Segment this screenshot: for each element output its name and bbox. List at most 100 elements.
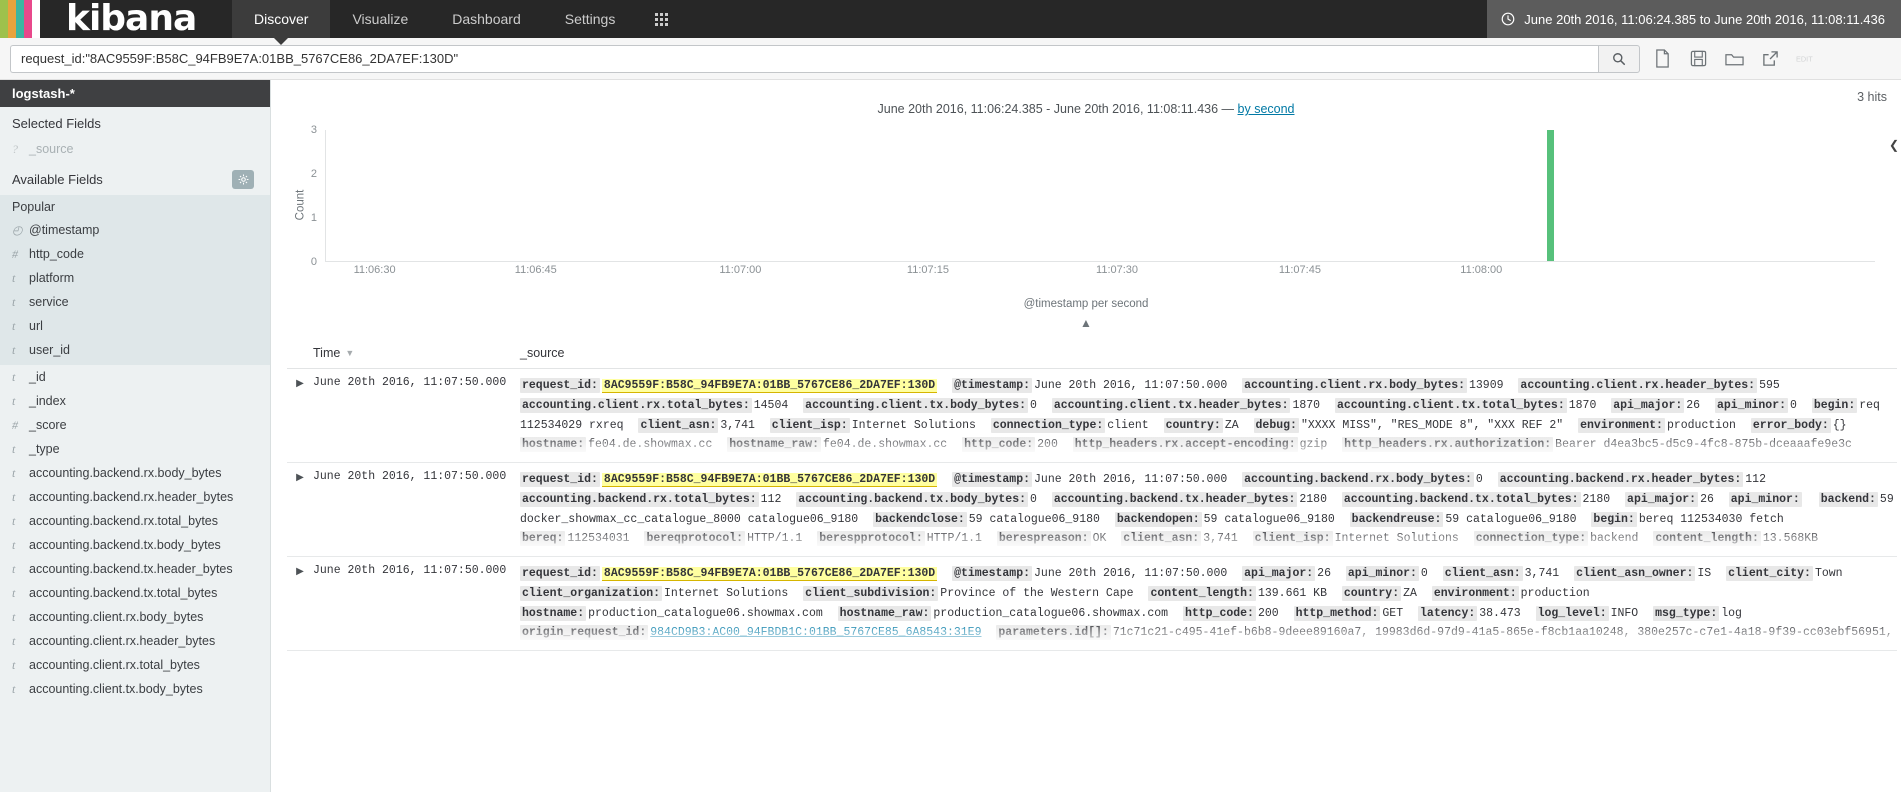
source-field-key: request_id: xyxy=(520,378,600,393)
index-pattern-selector[interactable]: logstash-* xyxy=(0,80,270,107)
source-field-value-highlighted: 8AC9559F:B58C_94FB9E7A:01BB_5767CE86_2DA… xyxy=(601,379,938,393)
source-field-key: api_minor: xyxy=(1345,566,1419,581)
source-field-value: 14504 xyxy=(753,398,789,412)
source-field-value: 200 xyxy=(1257,606,1279,620)
source-field-key: hostname_raw: xyxy=(727,437,821,453)
right-panel-collapse-button[interactable]: ❮ xyxy=(1887,132,1901,158)
field-name-label: platform xyxy=(29,271,75,285)
field-name-label: accounting.backend.rx.header_bytes xyxy=(29,490,234,504)
sidebar-field-timestamp[interactable]: ◴ @timestamp xyxy=(0,218,270,242)
x-tick: 11:07:45 xyxy=(1278,264,1321,276)
sidebar-field-http_code[interactable]: # http_code xyxy=(0,242,270,266)
chart-title: June 20th 2016, 11:06:24.385 - June 20th… xyxy=(271,80,1901,116)
field-type-string-icon: t xyxy=(12,343,16,357)
table-row[interactable]: ▶ June 20th 2016, 11:07:50.000 request_id:… xyxy=(287,463,1897,557)
source-field-value-link[interactable]: 984CD9B3:AC00_94FBDB1C:01BB_5767CE85_6A8… xyxy=(650,626,981,639)
source-field-key: environment: xyxy=(1578,417,1665,433)
field-type-string-icon: t xyxy=(12,370,16,384)
histogram-bar[interactable] xyxy=(1546,130,1554,261)
source-field-value: 3,741 xyxy=(1203,532,1238,546)
svg-text:EDIT: EDIT xyxy=(1796,55,1813,64)
save-search-icon[interactable] xyxy=(1688,49,1708,69)
table-rows: ▶ June 20th 2016, 11:07:50.000 request_id:… xyxy=(287,369,1897,651)
source-field-key: accounting.backend.rx.total_bytes: xyxy=(520,491,759,507)
sidebar-field-accounting-backend-rx-body-bytes[interactable]: t accounting.backend.rx.body_bytes xyxy=(0,461,270,485)
source-field-value: ZA xyxy=(1403,586,1417,600)
caret-right-icon[interactable]: ▶ xyxy=(287,470,313,550)
sidebar-field-_index[interactable]: t _index xyxy=(0,389,270,413)
nav-item-settings[interactable]: Settings xyxy=(543,0,638,38)
sidebar-field-accounting-client-rx-total-bytes[interactable]: t accounting.client.rx.total_bytes xyxy=(0,653,270,677)
sidebar-field-accounting-client-rx-body-bytes[interactable]: t accounting.client.rx.body_bytes xyxy=(0,605,270,629)
search-submit-button[interactable] xyxy=(1598,44,1640,73)
source-field-key: api_minor: xyxy=(1714,397,1788,413)
field-type-string-icon: t xyxy=(12,295,16,309)
source-field-key: client_asn: xyxy=(638,417,719,433)
sidebar-field-_type[interactable]: t _type xyxy=(0,437,270,461)
source-field-value: 1870 xyxy=(1568,398,1597,412)
documents-table: Time ▼ _source ▶ June 20th 2016, 11:07:50… xyxy=(287,346,1897,651)
available-fields-list: t _id t _index # _score t _type t accoun… xyxy=(0,365,270,701)
popular-label: Popular xyxy=(12,200,56,214)
open-search-icon[interactable] xyxy=(1724,49,1744,69)
nav-item-discover[interactable]: Discover xyxy=(232,0,331,45)
sidebar-field-accounting-backend-rx-header-bytes[interactable]: t accounting.backend.rx.header_bytes xyxy=(0,485,270,509)
sidebar-field-accounting-backend-tx-total-bytes[interactable]: t accounting.backend.tx.total_bytes xyxy=(0,581,270,605)
new-search-icon[interactable] xyxy=(1652,49,1672,69)
table-row[interactable]: ▶ June 20th 2016, 11:07:50.000 request_id:… xyxy=(287,557,1897,651)
y-tick: 2 xyxy=(310,167,317,180)
source-field-key: bereqprotocol: xyxy=(644,531,746,547)
table-row[interactable]: ▶ June 20th 2016, 11:07:50.000 request_id:… xyxy=(287,369,1897,463)
cell-time: June 20th 2016, 11:07:50.000 xyxy=(313,470,507,483)
source-field-value: Internet Solutions xyxy=(1334,532,1459,546)
source-field-key: hostname_raw: xyxy=(837,605,932,621)
search-input[interactable] xyxy=(10,44,1598,73)
edit-search-icon[interactable]: EDIT xyxy=(1796,49,1816,69)
caret-right-icon[interactable]: ▶ xyxy=(287,564,313,644)
source-field-value: production_catalogue06.showmax.com xyxy=(933,606,1169,620)
histogram-chart[interactable]: Count 3 2 1 0 11:06:30 11:06:45 11:07:00… xyxy=(287,124,1885,280)
source-field-key: backendreuse: xyxy=(1349,511,1444,527)
apps-grid-button[interactable] xyxy=(637,0,686,38)
time-range-picker[interactable]: June 20th 2016, 11:06:24.385 to June 20t… xyxy=(1487,0,1901,38)
source-field-key: request_id: xyxy=(520,472,600,487)
sidebar-field-accounting-backend-rx-total-bytes[interactable]: t accounting.backend.rx.total_bytes xyxy=(0,509,270,533)
app-body: logstash-* Selected Fields ? _source Ava… xyxy=(0,80,1901,792)
sidebar-field-accounting-client-tx-body-bytes[interactable]: t accounting.client.tx.body_bytes xyxy=(0,677,270,701)
source-field-value: 0 xyxy=(1030,398,1037,412)
column-header-time-label: Time xyxy=(313,346,341,360)
source-field-value: 26 xyxy=(1317,567,1331,580)
source-field-value: 13909 xyxy=(1469,379,1504,392)
sidebar-field-accounting-backend-tx-header-bytes[interactable]: t accounting.backend.tx.header_bytes xyxy=(0,557,270,581)
nav-item-visualize[interactable]: Visualize xyxy=(330,0,430,38)
sidebar-field-user_id[interactable]: t user_id xyxy=(0,338,270,362)
source-field-key: backendclose: xyxy=(873,511,967,527)
source-field-key: request_id: xyxy=(520,566,600,581)
source-field-value: Internet Solutions xyxy=(664,586,789,600)
sidebar-field-service[interactable]: t service xyxy=(0,290,270,314)
sidebar-field-_score[interactable]: # _score xyxy=(0,413,270,437)
source-field-key: connection_type: xyxy=(1473,531,1589,547)
caret-right-icon[interactable]: ▶ xyxy=(287,376,313,456)
field-name-label: _index xyxy=(29,394,66,408)
nav-item-dashboard[interactable]: Dashboard xyxy=(430,0,543,38)
gear-icon[interactable] xyxy=(232,170,254,189)
share-search-icon[interactable] xyxy=(1760,49,1780,69)
sidebar-field-_source[interactable]: ? _source xyxy=(0,137,270,161)
sidebar-field-url[interactable]: t url xyxy=(0,314,270,338)
field-name-label: accounting.backend.tx.total_bytes xyxy=(29,586,218,600)
field-type-string-icon: t xyxy=(12,586,16,600)
cell-source: request_id: 8AC9559F:B58C_94FB9E7A:01BB_5… xyxy=(520,376,1897,456)
sidebar-field-platform[interactable]: t platform xyxy=(0,266,270,290)
sidebar-field-_id[interactable]: t _id xyxy=(0,365,270,389)
column-header-time[interactable]: Time ▼ xyxy=(313,346,520,360)
source-field-value: 59 catalogue06_9180 xyxy=(968,512,1100,526)
plot-area[interactable] xyxy=(325,130,1875,262)
sidebar-field-accounting-backend-tx-body-bytes[interactable]: t accounting.backend.tx.body_bytes xyxy=(0,533,270,557)
chart-collapse-button[interactable]: ▲ xyxy=(271,316,1901,330)
chart-interval-link[interactable]: by second xyxy=(1238,102,1295,116)
sidebar-field-accounting-client-rx-header-bytes[interactable]: t accounting.client.rx.header_bytes xyxy=(0,629,270,653)
source-field-key: @timestamp: xyxy=(952,472,1033,487)
source-field-key: accounting.client.rx.total_bytes: xyxy=(520,397,752,413)
source-field-key: accounting.backend.rx.body_bytes: xyxy=(1242,472,1474,487)
